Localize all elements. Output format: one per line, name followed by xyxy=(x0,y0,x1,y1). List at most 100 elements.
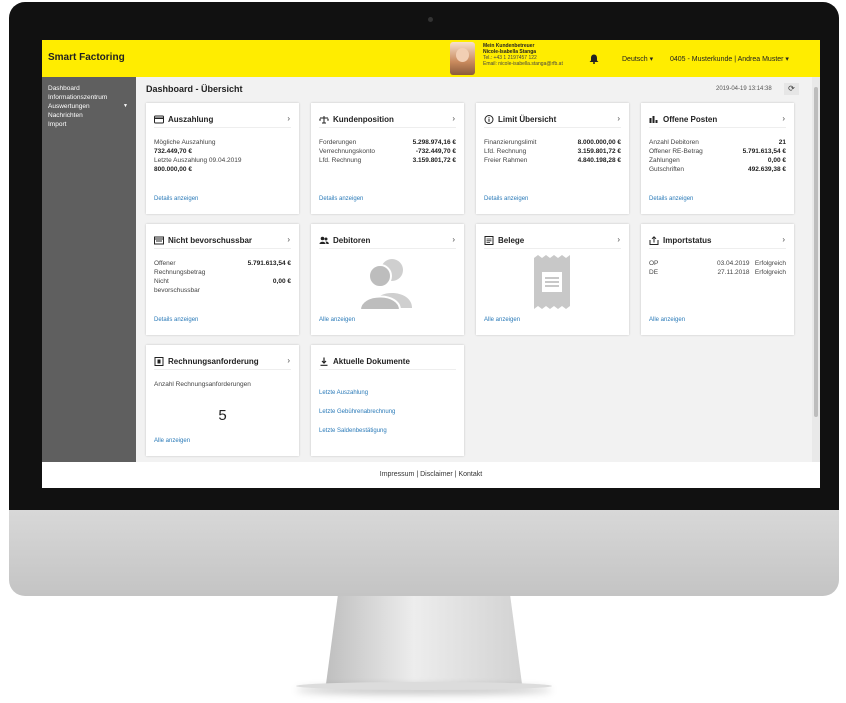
data-row: Freier Rahmen 4.840.198,28 € xyxy=(484,156,621,165)
card-belege: Belege › Alle anzeigen xyxy=(476,224,629,335)
chevron-right-icon[interactable]: › xyxy=(782,235,785,244)
card-title: Offene Posten xyxy=(663,115,718,124)
card-header: Aktuelle Dokumente xyxy=(319,356,456,370)
card-nicht-bevorschussbar: Nicht bevorschussbar › Offener 5.791.613,… xyxy=(146,224,299,335)
sidebar-item-informationszentrum[interactable]: Informationszentrum xyxy=(42,93,136,102)
row-label: Finanzierungslimit xyxy=(484,139,537,146)
brand-logo[interactable]: Smart Factoring xyxy=(48,52,125,63)
chevron-right-icon[interactable]: › xyxy=(287,356,290,365)
row-value: 5.791.613,54 € xyxy=(247,260,291,267)
row-label: Freier Rahmen xyxy=(484,157,528,164)
card-offene-posten: Offene Posten › Anzahl Debitoren 21 Offen… xyxy=(641,103,794,214)
main-content: Dashboard - Übersicht 2019-04-19 13:14:3… xyxy=(136,77,812,462)
row-value: 4.840.198,28 € xyxy=(577,157,621,164)
import-type: DE xyxy=(649,269,659,276)
data-row: Gutschriften 492.639,38 € xyxy=(649,165,786,174)
row-value: -732.449,70 € xyxy=(415,148,456,155)
card-header[interactable]: Belege › xyxy=(484,235,621,249)
row-label: Anzahl Debitoren xyxy=(649,139,699,146)
card-title: Importstatus xyxy=(663,236,712,245)
sidebar-item-import[interactable]: Import xyxy=(42,120,136,129)
show-all-link[interactable]: Alle anzeigen xyxy=(154,438,190,444)
card-aktuelle-dokumente: Aktuelle Dokumente Letzte Auszahlung Let… xyxy=(311,345,464,456)
card-header[interactable]: Offene Posten › xyxy=(649,114,786,128)
last-payout-value: 800.000,00 € xyxy=(154,166,192,173)
card-kundenposition: Kundenposition › Forderungen 5.298.974,16… xyxy=(311,103,464,214)
card-header[interactable]: Importstatus › xyxy=(649,235,786,249)
download-icon xyxy=(320,357,328,366)
screen: Smart Factoring Mein Kundenbetreuer Nico… xyxy=(42,40,820,488)
data-row: Lfd. Rechnung 3.159.801,72 € xyxy=(319,156,456,165)
language-select[interactable]: Deutsch ▾ xyxy=(622,55,653,63)
data-row: Offener 5.791.613,54 € xyxy=(154,259,291,268)
data-row: Verrechnungskonto -732.449,70 € xyxy=(319,147,456,156)
sidebar-item-auswertungen[interactable]: Auswertungen ▼ xyxy=(42,102,136,111)
card-title: Auszahlung xyxy=(168,115,214,124)
row-value: 5.791.613,54 € xyxy=(742,148,786,155)
details-link[interactable]: Details anzeigen xyxy=(319,196,363,202)
card-body: Finanzierungslimit 8.000.000,00 € Lfd. Re… xyxy=(484,138,621,165)
show-all-link[interactable]: Alle anzeigen xyxy=(649,317,685,323)
row-value: 5.298.974,16 € xyxy=(412,139,456,146)
document-icon xyxy=(484,236,494,245)
document-link[interactable]: Letzte Saldenbestätigung xyxy=(319,422,395,441)
card-body: Offener 5.791.613,54 € Rechnungsbetrag Ni… xyxy=(154,259,291,295)
document-link[interactable]: Letzte Gebührenabrechnung xyxy=(319,403,395,422)
import-row: DE 27.11.2018 Erfolgreich xyxy=(649,268,786,277)
chevron-right-icon[interactable]: › xyxy=(782,114,785,123)
details-link[interactable]: Details anzeigen xyxy=(484,196,528,202)
timestamp: 2019-04-19 13:14:38 xyxy=(716,86,772,92)
card-header[interactable]: Rechnungsanforderung › xyxy=(154,356,291,370)
monitor-stand xyxy=(326,596,522,684)
row-value: 3.159.801,72 € xyxy=(412,157,456,164)
card-body: Anzahl Rechnungsanforderungen xyxy=(154,380,291,389)
chevron-right-icon[interactable]: › xyxy=(452,235,455,244)
chevron-right-icon[interactable]: › xyxy=(617,114,620,123)
bell-icon[interactable] xyxy=(588,54,600,64)
advisor-email[interactable]: Email: nicole-isabella.stanga@rfb.at xyxy=(483,61,563,67)
users-icon xyxy=(319,236,329,244)
chevron-right-icon[interactable]: › xyxy=(452,114,455,123)
row-label: Rechnungsbetrag xyxy=(154,269,206,276)
caret-down-icon: ▼ xyxy=(123,103,128,109)
advisor-avatar xyxy=(450,42,475,75)
card-body: Anzahl Debitoren 21 Offener RE-Betrag 5.79… xyxy=(649,138,786,174)
row-value: 3.159.801,72 € xyxy=(577,148,621,155)
invoice-request-count: 5 xyxy=(218,407,227,424)
data-row: Offener RE-Betrag 5.791.613,54 € xyxy=(649,147,786,156)
document-link[interactable]: Letzte Auszahlung xyxy=(319,384,395,403)
show-all-link[interactable]: Alle anzeigen xyxy=(319,317,355,323)
show-all-link[interactable]: Alle anzeigen xyxy=(484,317,520,323)
sidebar-item-nachrichten[interactable]: Nachrichten xyxy=(42,111,136,120)
row-label: Verrechnungskonto xyxy=(319,148,376,155)
card-body: OP 03.04.2019 Erfolgreich DE 27.11.2018 Er… xyxy=(649,259,786,277)
card-header[interactable]: Nicht bevorschussbar › xyxy=(154,235,291,249)
import-row: OP 03.04.2019 Erfolgreich xyxy=(649,259,786,268)
users-placeholder-icon xyxy=(358,259,412,310)
card-header[interactable]: Kundenposition › xyxy=(319,114,456,128)
details-link[interactable]: Details anzeigen xyxy=(649,196,693,202)
row-value: 8.000.000,00 € xyxy=(577,139,621,146)
data-row: Forderungen 5.298.974,16 € xyxy=(319,138,456,147)
chevron-right-icon[interactable]: › xyxy=(287,235,290,244)
scrollbar-thumb[interactable] xyxy=(814,87,818,417)
bar-chart-icon xyxy=(649,116,658,123)
details-link[interactable]: Details anzeigen xyxy=(154,196,198,202)
document-links: Letzte Auszahlung Letzte Gebührenabrechn… xyxy=(319,384,395,441)
refresh-button[interactable]: ⟳ xyxy=(784,83,799,95)
chevron-right-icon[interactable]: › xyxy=(287,114,290,123)
card-limit-uebersicht: Limit Übersicht › Finanzierungslimit 8.00… xyxy=(476,103,629,214)
import-date: 03.04.2019 xyxy=(716,260,750,267)
card-header[interactable]: Auszahlung › xyxy=(154,114,291,128)
details-link[interactable]: Details anzeigen xyxy=(154,317,198,323)
row-label: Lfd. Rechnung xyxy=(484,148,527,155)
customer-select[interactable]: 0405 - Musterkunde | Andrea Muster ▾ xyxy=(670,55,789,63)
card-title: Debitoren xyxy=(333,236,371,245)
card-header[interactable]: Debitoren › xyxy=(319,235,456,249)
card-title: Nicht bevorschussbar xyxy=(168,236,253,245)
footer-links[interactable]: Impressum | Disclaimer | Kontakt xyxy=(42,462,820,488)
scrollbar[interactable] xyxy=(812,77,820,462)
card-header[interactable]: Limit Übersicht › xyxy=(484,114,621,128)
sidebar-item-dashboard[interactable]: Dashboard xyxy=(42,84,136,93)
chevron-right-icon[interactable]: › xyxy=(617,235,620,244)
